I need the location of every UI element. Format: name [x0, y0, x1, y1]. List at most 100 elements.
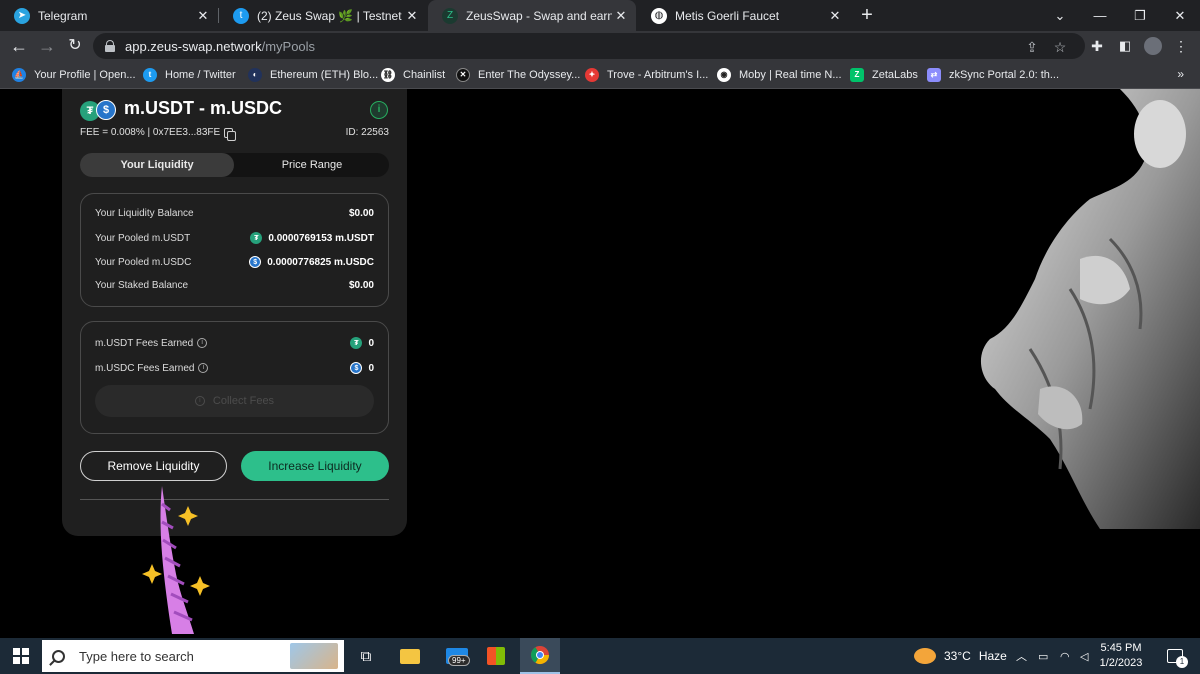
row-label: m.USDT Fees Earned [95, 337, 194, 349]
more-bookmarks-icon[interactable]: » [1177, 67, 1184, 81]
reload-button[interactable]: ↻ [64, 35, 86, 57]
volume-icon[interactable]: ◁ [1080, 638, 1088, 674]
staked-balance-row: Your Staked Balance $0.00 [95, 280, 374, 291]
zeta-icon: Z [850, 67, 864, 82]
haze-weather-icon [914, 648, 936, 664]
usdc-icon: $ [350, 362, 363, 374]
battery-icon[interactable]: ▭ [1038, 638, 1048, 674]
mail-icon[interactable]: 99+ [440, 638, 474, 674]
weather-widget[interactable]: 33°C Haze [914, 638, 1007, 674]
taskbar-search[interactable]: Type here to search [42, 640, 344, 672]
bookmark-item[interactable]: ◐ Ethereum (ETH) Blo... [248, 61, 378, 88]
temperature-text: 33°C [944, 649, 971, 663]
avatar[interactable] [1142, 35, 1164, 57]
search-placeholder: Type here to search [79, 648, 194, 664]
url-path: /myPools [261, 38, 316, 54]
system-clock[interactable]: 5:45 PM 1/2/2023 [1096, 641, 1146, 671]
usdt-fees-row: m.USDT Fees Earned i ₮ 0 [95, 337, 374, 349]
pooled-usdc-row: Your Pooled m.USDC $0.0000776825 m.USDC [95, 256, 374, 268]
store-icon[interactable] [482, 638, 510, 674]
bookmark-item[interactable]: ✦ Trove - Arbitrum's I... [585, 61, 708, 88]
back-button[interactable]: ← [8, 35, 30, 57]
bookmark-label: zkSync Portal 2.0: th... [949, 68, 1060, 81]
tab-your-liquidity[interactable]: Your Liquidity [80, 153, 234, 177]
bookmark-item[interactable]: ◉ Moby | Real time N... [717, 61, 842, 88]
chrome-icon [531, 646, 549, 665]
share-icon[interactable]: ⇪ [1023, 39, 1041, 56]
increase-liquidity-button[interactable]: Increase Liquidity [241, 451, 389, 481]
twitter-icon: t [143, 67, 157, 82]
pair-icons: ₮ $ [80, 100, 120, 122]
arbitrum-odyssey-icon: ✕ [456, 67, 470, 82]
usdt-icon: ₮ [350, 337, 363, 349]
tab-title: ZeusSwap - Swap and earn tokens [466, 8, 612, 23]
pool-id: ID: 22563 [345, 127, 389, 138]
row-value: 0.0000769153 m.USDT [268, 232, 374, 244]
new-tab-button[interactable]: + [856, 4, 878, 26]
notification-badge: 1 [1176, 656, 1188, 668]
bookmark-item[interactable]: ✕ Enter The Odyssey... [456, 61, 580, 88]
side-panel-icon[interactable]: ◧ [1114, 35, 1136, 57]
pool-tabs: Your Liquidity Price Range [80, 153, 389, 177]
bookmark-item[interactable]: t Home / Twitter [143, 61, 236, 88]
wifi-icon[interactable]: ◠ [1060, 638, 1070, 674]
tab-zeus-twitter[interactable]: t (2) Zeus Swap 🌿 | Testnet is Live ✕ [219, 0, 427, 31]
tab-metis-faucet[interactable]: ◍ Metis Goerli Faucet ✕ [637, 0, 850, 31]
task-view-icon[interactable]: ⧉ [350, 638, 382, 674]
forward-button[interactable]: → [36, 35, 58, 57]
info-icon[interactable]: i [197, 338, 208, 348]
bookmark-item[interactable]: ⇄ zkSync Portal 2.0: th... [927, 61, 1059, 88]
url-text[interactable]: app.zeus-swap.network/myPools [125, 39, 315, 54]
bookmark-item[interactable]: ⛓ Chainlist [381, 61, 445, 88]
bookmark-label: Trove - Arbitrum's I... [607, 68, 709, 81]
pool-card: ₮ $ m.USDT - m.USDC i FEE = 0.008% | 0x7… [62, 89, 407, 536]
bookmark-star-icon[interactable]: ☆ [1051, 39, 1069, 56]
twitter-icon: t [233, 7, 249, 24]
tab-zeusswap[interactable]: Z ZeusSwap - Swap and earn tokens ✕ [428, 0, 636, 31]
row-label: Your Staked Balance [95, 280, 189, 291]
start-button[interactable] [0, 638, 42, 674]
close-icon[interactable]: ✕ [826, 8, 844, 24]
close-icon[interactable]: ✕ [403, 8, 421, 24]
bookmark-label: Home / Twitter [165, 68, 236, 81]
collect-fees-label: Collect Fees [212, 395, 275, 407]
moby-icon: ◉ [717, 67, 731, 82]
row-label: Your Pooled m.USDT [95, 232, 191, 244]
extensions-icon[interactable]: ✚ [1086, 35, 1108, 57]
tab-telegram[interactable]: ➤ Telegram ✕ [0, 0, 218, 31]
tab-title: (2) Zeus Swap 🌿 | Testnet is Live [257, 8, 403, 23]
telegram-icon: ➤ [14, 7, 30, 24]
remove-liquidity-button[interactable]: Remove Liquidity [80, 451, 227, 481]
info-icon[interactable]: i [198, 363, 209, 373]
page-content: ₮ $ m.USDT - m.USDC i FEE = 0.008% | 0x7… [0, 89, 1200, 638]
menu-icon[interactable]: ⋮ [1170, 35, 1192, 57]
pooled-usdt-row: Your Pooled m.USDT ₮ 0.0000769153 m.USDT [95, 232, 374, 244]
row-label: Your Pooled m.USDC [95, 256, 192, 268]
statue-image [980, 89, 1200, 529]
show-hidden-icons-button[interactable]: ︿ [1016, 638, 1027, 674]
info-icon: i [194, 396, 205, 406]
info-icon[interactable]: i [370, 101, 388, 119]
bookmark-item[interactable]: ⛵ Your Profile | Open... [12, 61, 136, 88]
address-bar[interactable]: app.zeus-swap.network/myPools ⇪ ☆ [93, 33, 1085, 59]
chrome-taskbar-icon[interactable] [520, 638, 560, 674]
lock-icon[interactable] [105, 40, 115, 52]
usdc-icon: $ [96, 100, 116, 120]
tab-title: Metis Goerli Faucet [675, 8, 780, 23]
copy-icon[interactable] [224, 127, 237, 141]
search-highlight-image [290, 643, 338, 669]
minimize-button[interactable]: — [1080, 0, 1120, 31]
close-window-button[interactable]: ✕ [1160, 0, 1200, 31]
usdt-icon: ₮ [250, 232, 263, 244]
close-icon[interactable]: ✕ [194, 8, 212, 24]
tab-price-range[interactable]: Price Range [235, 153, 389, 177]
bookmark-item[interactable]: Z ZetaLabs [850, 61, 918, 88]
notification-center-button[interactable]: 1 [1160, 638, 1190, 674]
weather-text: Haze [978, 649, 1007, 663]
unicorn-horn-decoration [142, 486, 210, 634]
file-explorer-icon[interactable] [396, 638, 424, 674]
close-icon[interactable]: ✕ [612, 8, 630, 24]
restore-button[interactable]: ❐ [1120, 0, 1160, 31]
collect-fees-button[interactable]: i Collect Fees [95, 385, 374, 417]
tab-search-icon[interactable]: ⌄ [1040, 0, 1080, 31]
